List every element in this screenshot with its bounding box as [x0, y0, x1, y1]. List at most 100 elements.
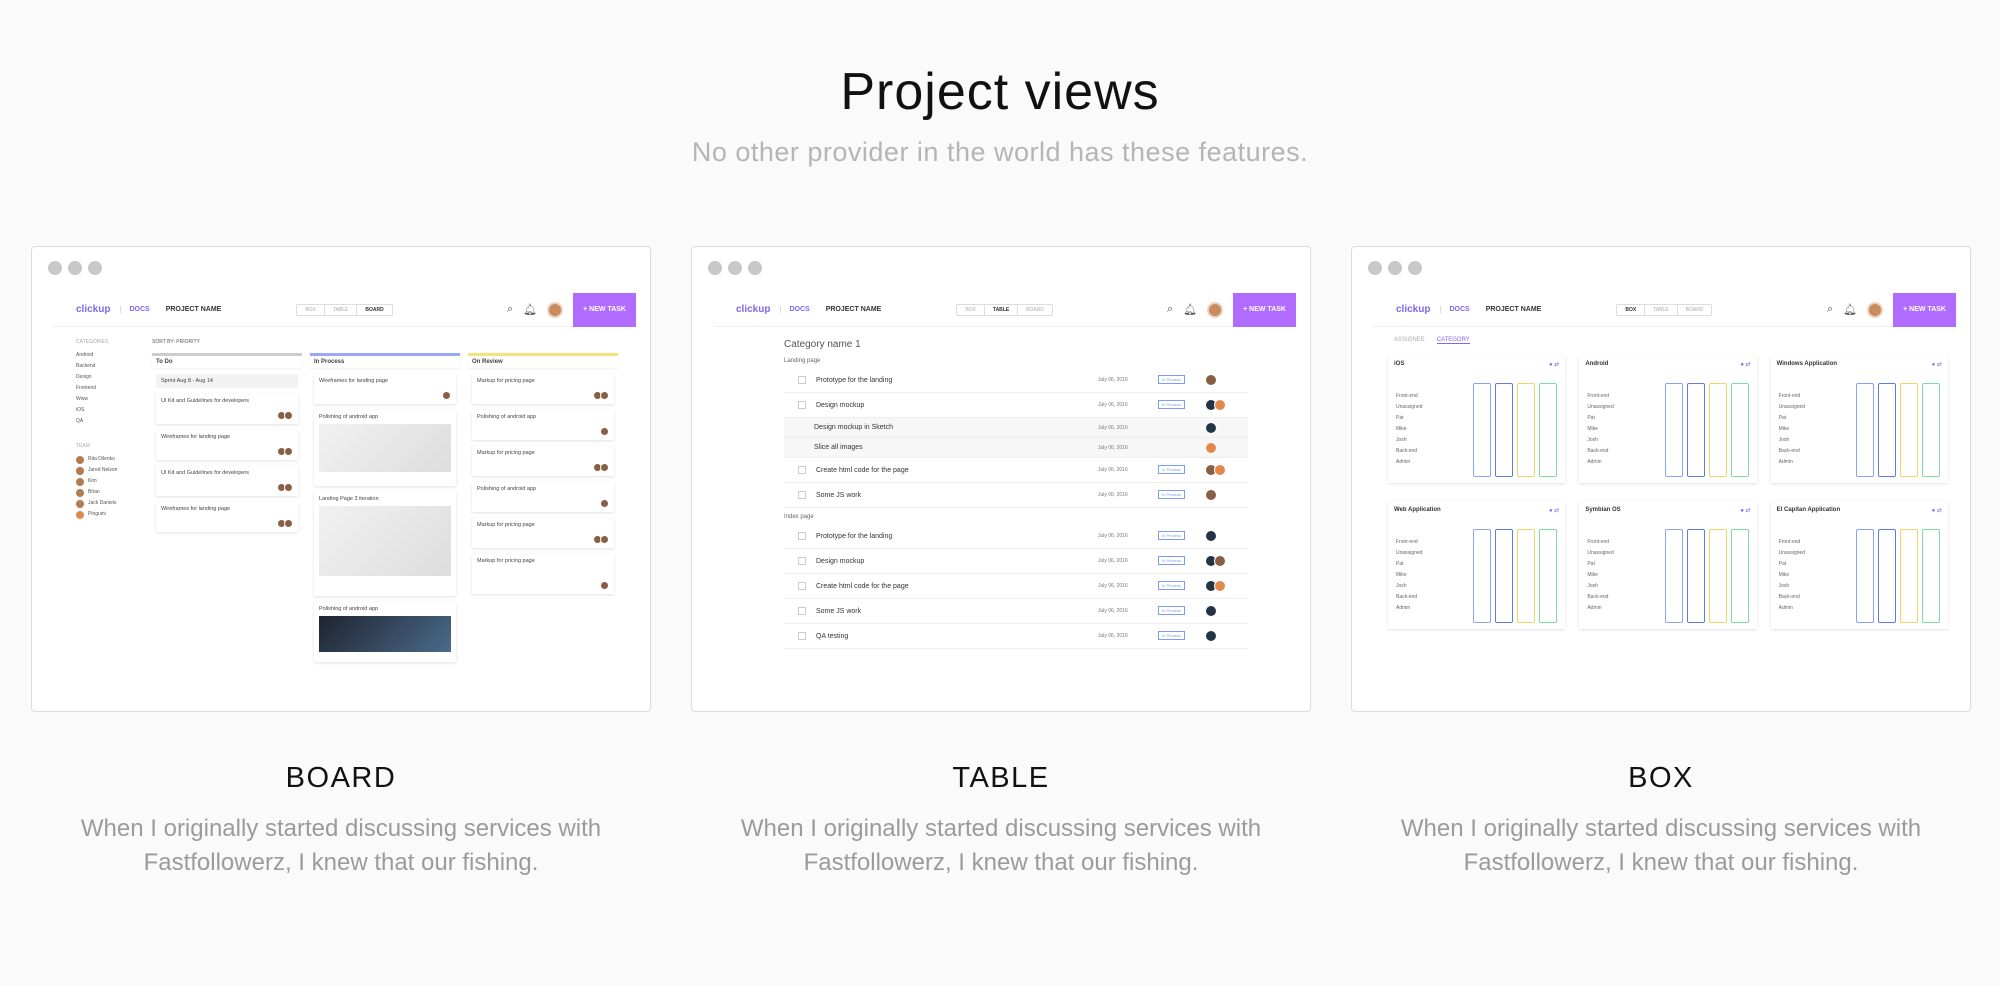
view-box[interactable]: BOX	[297, 304, 325, 315]
category-item[interactable]: Backend	[76, 361, 146, 372]
task-card[interactable]: Wireframes for landing page	[156, 430, 298, 460]
task-card[interactable]: Markup for pricing page	[472, 374, 614, 404]
table-description: When I originally started discussing ser…	[740, 815, 1262, 876]
new-task-button[interactable]: + NEW TASK	[1233, 292, 1296, 327]
task-card[interactable]: Polishing of android app	[314, 410, 456, 486]
team-member[interactable]: Brian	[76, 487, 146, 498]
table-preview[interactable]: clickup DOCS PROJECT NAME BOX TABLE BOAR…	[691, 246, 1311, 712]
new-task-button[interactable]: + NEW TASK	[1893, 292, 1956, 327]
board-preview[interactable]: clickup DOCS PROJECT NAME BOX TABLE BOAR…	[31, 246, 651, 712]
avatar[interactable]	[1867, 301, 1884, 318]
window-dots	[48, 261, 102, 275]
project-name[interactable]: PROJECT NAME	[826, 306, 882, 313]
team-member[interactable]: Jack Daniels	[76, 498, 146, 509]
task-card[interactable]: Polishing of android app	[472, 410, 614, 440]
clickup-logo: clickup	[736, 304, 771, 315]
task-card[interactable]: Markup for pricing page	[472, 446, 614, 476]
view-switcher[interactable]: BOX TABLE BOARD	[956, 303, 1053, 316]
search-icon[interactable]: ⌕	[1827, 303, 1833, 316]
bell-icon[interactable]: 🔔︎	[1843, 303, 1857, 316]
task-table: Category name 1 Landing page Prototype f…	[784, 337, 1248, 649]
box-description: When I originally started discussing ser…	[1400, 815, 1922, 876]
box-label: BOX	[1628, 762, 1694, 794]
project-name[interactable]: PROJECT NAME	[166, 306, 222, 313]
table-row[interactable]: Design mockup July 06, 2016 In Process	[784, 549, 1248, 574]
view-board[interactable]: BOARD	[357, 305, 391, 315]
task-card[interactable]: UI Kit and Guidelines for developers	[156, 394, 298, 424]
category-item[interactable]: Frontend	[76, 383, 146, 394]
bell-icon[interactable]: 🔔︎	[523, 303, 537, 316]
view-board[interactable]: BOARD	[1678, 305, 1712, 315]
avatar[interactable]	[1207, 301, 1224, 318]
docs-menu[interactable]: DOCS	[1440, 306, 1470, 313]
app-topbar: clickup DOCS PROJECT NAME BOX TABLE BOAR…	[714, 292, 1296, 327]
table-row[interactable]: Some JS work July 06, 2016 In Process	[784, 483, 1248, 508]
search-icon[interactable]: ⌕	[1167, 303, 1173, 316]
table-row[interactable]: QA testing July 06, 2016 In Process	[784, 624, 1248, 649]
view-box[interactable]: BOX	[1617, 304, 1646, 315]
bell-icon[interactable]: 🔔︎	[1183, 303, 1197, 316]
task-card[interactable]: Wireframes for landing page	[314, 374, 456, 404]
avatar[interactable]	[547, 301, 564, 318]
view-table[interactable]: TABLE	[1645, 304, 1678, 315]
view-switcher[interactable]: BOX TABLE BOARD	[1616, 303, 1713, 316]
task-card[interactable]: Landing Page 3 iteration	[314, 492, 456, 596]
task-card[interactable]: Markup for pricing page	[472, 518, 614, 548]
team-member[interactable]: Rita Dilenko	[76, 454, 146, 465]
view-switcher[interactable]: BOX TABLE BOARD	[296, 303, 393, 316]
view-board[interactable]: BOARD	[1018, 305, 1052, 315]
box-panel[interactable]: Web Application ● ⇄ Front-end Unassigned Pa…	[1388, 501, 1566, 629]
board-column-on-review: On Review Markup for pricing page Polish…	[468, 353, 618, 711]
app-topbar: clickup DOCS PROJECT NAME BOX TABLE BOAR…	[1374, 292, 1956, 327]
docs-menu[interactable]: DOCS	[120, 306, 150, 313]
table-row[interactable]: Create html code for the page July 06, 20…	[784, 574, 1248, 599]
clickup-logo: clickup	[1396, 304, 1431, 315]
new-task-button[interactable]: + NEW TASK	[573, 292, 636, 327]
tab-assignee[interactable]: ASSIGNEE	[1394, 337, 1425, 344]
table-row[interactable]: Design mockup in Sketch July 06, 2016	[784, 418, 1248, 438]
window-dots	[1368, 261, 1422, 275]
box-panel[interactable]: Symbian OS ● ⇄ Front-end Unassigned Pat Mike…	[1579, 501, 1757, 629]
team-member[interactable]: Kim	[76, 476, 146, 487]
sprint-header[interactable]: Sprint Aug 8 - Aug 14	[156, 374, 298, 388]
task-card[interactable]: UI Kit and Guidelines for developers	[156, 466, 298, 496]
team-member[interactable]: Pinguini	[76, 509, 146, 520]
task-card[interactable]: Markup for pricing page	[472, 554, 614, 594]
board-label: BOARD	[285, 762, 397, 794]
sort-dropdown[interactable]: SORT BY: PRIORITY	[152, 339, 200, 345]
table-row[interactable]: Create html code for the page July 06, 20…	[784, 458, 1248, 483]
box-panel[interactable]: Android ● ⇄ Front-end Unassigned Pat Mike Jos…	[1579, 355, 1757, 483]
tab-category[interactable]: CATEGORY	[1436, 337, 1470, 344]
search-icon[interactable]: ⌕	[507, 303, 513, 316]
board-column-in-process: In Process Wireframes for landing page P…	[310, 353, 460, 711]
category-item[interactable]: Android	[76, 350, 146, 361]
task-card[interactable]: Wireframes for landing page	[156, 502, 298, 532]
clickup-logo: clickup	[76, 304, 111, 315]
category-item[interactable]: iOS	[76, 405, 146, 416]
box-panel[interactable]: El Capitan Application ● ⇄ Front-end Unass…	[1770, 501, 1948, 629]
board-description: When I originally started discussing ser…	[80, 815, 602, 876]
view-table[interactable]: TABLE	[985, 304, 1019, 315]
table-row[interactable]: Prototype for the landing July 06, 2016 In…	[784, 368, 1248, 393]
box-tabs: ASSIGNEE CATEGORY	[1394, 337, 1470, 344]
box-panel[interactable]: iOS ● ⇄ Front-end Unassigned Pat Mike Josh Bac…	[1388, 355, 1566, 483]
page-subtitle: No other provider in the world has these…	[691, 137, 1309, 167]
view-table[interactable]: TABLE	[325, 304, 358, 315]
task-card[interactable]: Polishing of android app	[472, 482, 614, 512]
table-row[interactable]: Design mockup July 06, 2016 In Process	[784, 393, 1248, 418]
team-member[interactable]: Jared Nelson	[76, 465, 146, 476]
table-row[interactable]: Some JS work July 06, 2016 In Process	[784, 599, 1248, 624]
task-card[interactable]: Polishing of android app	[314, 602, 456, 662]
category-item[interactable]: Www	[76, 394, 146, 405]
table-row[interactable]: Prototype for the landing July 06, 2016 In…	[784, 524, 1248, 549]
category-item[interactable]: QA	[76, 416, 146, 427]
docs-menu[interactable]: DOCS	[780, 306, 810, 313]
window-dots	[708, 261, 762, 275]
app-topbar: clickup DOCS PROJECT NAME BOX TABLE BOAR…	[54, 292, 636, 327]
table-row[interactable]: Slice all images July 06, 2016	[784, 438, 1248, 458]
box-preview[interactable]: clickup DOCS PROJECT NAME BOX TABLE BOAR…	[1351, 246, 1971, 712]
category-item[interactable]: Design	[76, 372, 146, 383]
project-name[interactable]: PROJECT NAME	[1486, 306, 1542, 313]
box-panel[interactable]: Windows Application ● ⇄ Front-end Unassign…	[1770, 355, 1948, 483]
view-box[interactable]: BOX	[957, 304, 985, 315]
